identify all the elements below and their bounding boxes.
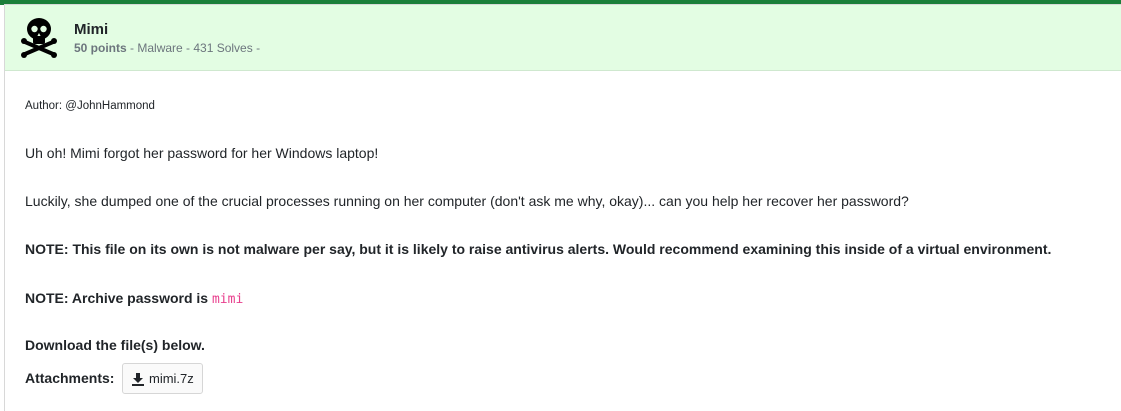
- description-paragraph-1: Uh oh! Mimi forgot her password for her …: [25, 145, 379, 161]
- malware-note: NOTE: This file on its own is not malwar…: [25, 241, 1052, 257]
- skull-crossbones-icon: [21, 18, 57, 58]
- attachment-file-name: mimi.7z: [149, 371, 194, 386]
- archive-password-note: NOTE: Archive password is mimi: [25, 289, 243, 309]
- challenge-header: Mimi 50 points - Malware - 431 Solves -: [5, 5, 1121, 71]
- challenge-points: 50 points: [74, 41, 127, 55]
- attachments-label: Attachments:: [25, 370, 115, 386]
- download-icon: [132, 372, 144, 386]
- attachment-download-button[interactable]: mimi.7z: [122, 363, 203, 394]
- challenge-card: Mimi 50 points - Malware - 431 Solves - …: [4, 4, 1121, 411]
- description-paragraph-2: Luckily, she dumped one of the crucial p…: [25, 193, 909, 209]
- download-instruction: Download the file(s) below.: [25, 337, 205, 353]
- archive-password-label: NOTE: Archive password is: [25, 290, 212, 306]
- challenge-meta: 50 points - Malware - 431 Solves -: [74, 41, 260, 55]
- author-line: Author: @JohnHammond: [25, 100, 155, 112]
- challenge-title: Mimi: [74, 21, 109, 38]
- challenge-category-solves: - Malware - 431 Solves -: [126, 41, 261, 55]
- archive-password-code: mimi: [211, 292, 244, 307]
